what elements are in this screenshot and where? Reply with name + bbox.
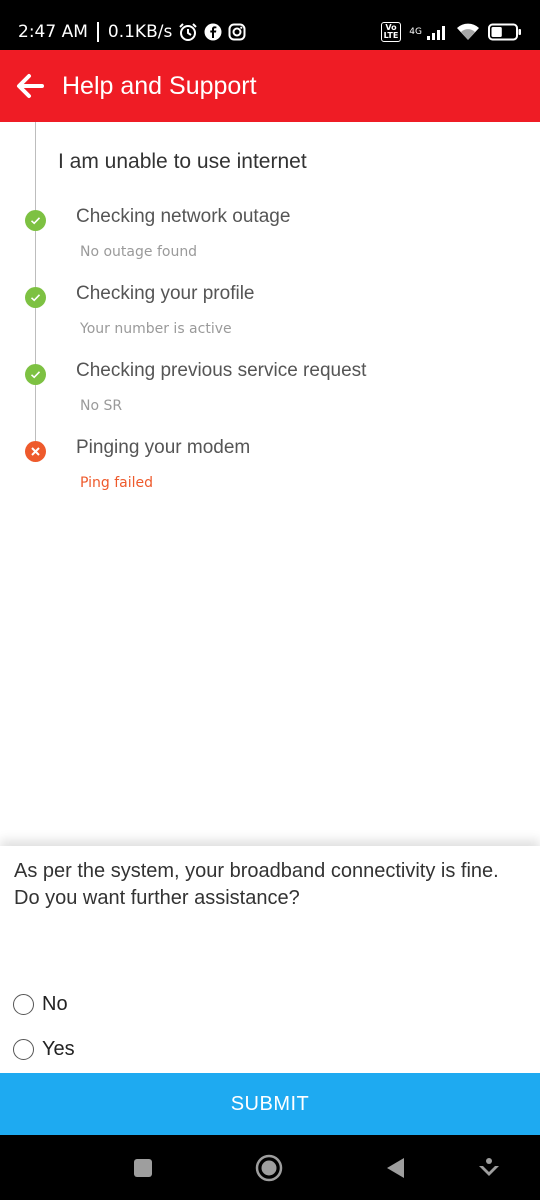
check-success-icon bbox=[25, 287, 46, 308]
page-title: Help and Support bbox=[62, 71, 257, 100]
arrow-left-icon[interactable] bbox=[14, 70, 46, 102]
alarm-icon bbox=[178, 22, 198, 42]
facebook-icon bbox=[204, 23, 222, 41]
step-label: Checking network outage bbox=[76, 206, 291, 227]
home-circle-icon[interactable] bbox=[254, 1153, 284, 1183]
status-time: 2:47 AM bbox=[18, 22, 88, 42]
navigation-bar bbox=[0, 1135, 540, 1200]
step-detail: No SR bbox=[80, 398, 123, 414]
step-detail: No outage found bbox=[80, 244, 198, 260]
option-label: No bbox=[42, 992, 68, 1015]
wifi-icon bbox=[456, 23, 480, 41]
option-label: Yes bbox=[42, 1037, 75, 1060]
diagnostic-step-profile: Checking your profile Your number is act… bbox=[0, 279, 540, 349]
option-no[interactable]: No bbox=[13, 989, 68, 1019]
diagnostics-timeline: I am unable to use internet Checking net… bbox=[0, 122, 540, 512]
submit-button[interactable]: SUBMIT bbox=[0, 1073, 540, 1135]
status-right: Vo LTE 4G bbox=[380, 22, 522, 42]
feedback-sheet: As per the system, your broadband connec… bbox=[0, 846, 540, 1074]
radio-no[interactable] bbox=[13, 993, 34, 1015]
back-triangle-icon[interactable] bbox=[380, 1153, 410, 1183]
network-type-label: 4G bbox=[409, 26, 422, 37]
status-speed: 0.1KB/s bbox=[107, 22, 173, 42]
issue-title: I am unable to use internet bbox=[58, 150, 307, 173]
signal-icon bbox=[426, 24, 448, 40]
instagram-icon bbox=[228, 23, 246, 41]
diagnostic-step-network-outage: Checking network outage No outage found bbox=[0, 202, 540, 272]
radio-yes[interactable] bbox=[13, 1038, 34, 1060]
step-detail: Your number is active bbox=[80, 321, 232, 337]
battery-icon bbox=[488, 23, 522, 41]
diagnostic-step-ping-modem: Pinging your modem Ping failed bbox=[0, 433, 540, 503]
status-separator bbox=[96, 22, 99, 42]
check-success-icon bbox=[25, 210, 46, 231]
app-bar: Help and Support bbox=[0, 50, 540, 122]
diagnostic-step-service-request: Checking previous service request No SR bbox=[0, 356, 540, 426]
step-label: Checking previous service request bbox=[76, 360, 367, 381]
recents-square-icon[interactable] bbox=[128, 1153, 158, 1183]
check-success-icon bbox=[25, 364, 46, 385]
step-label: Checking your profile bbox=[76, 283, 255, 304]
status-left: 2:47 AM 0.1KB/s bbox=[18, 22, 246, 42]
step-label: Pinging your modem bbox=[76, 437, 251, 458]
volte-icon: Vo LTE bbox=[380, 22, 402, 42]
step-detail-error: Ping failed bbox=[80, 475, 154, 491]
option-yes[interactable]: Yes bbox=[13, 1034, 75, 1064]
assistant-icon[interactable] bbox=[474, 1153, 504, 1183]
error-x-icon bbox=[25, 441, 46, 462]
assistance-question: As per the system, your broadband connec… bbox=[14, 860, 499, 909]
